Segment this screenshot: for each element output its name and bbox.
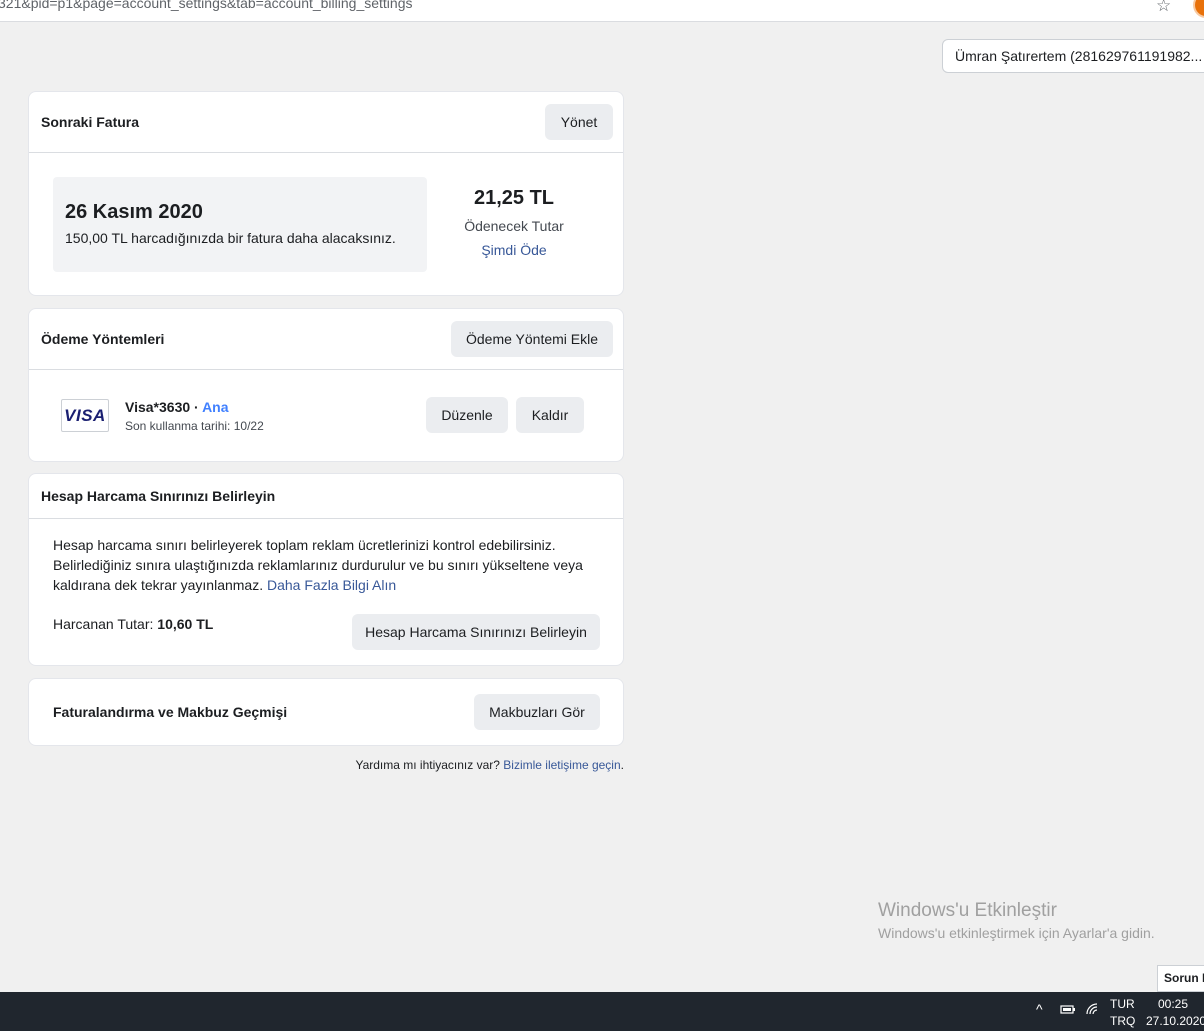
chevron-up-icon[interactable]: ^	[1036, 1001, 1043, 1017]
input-language[interactable]: TUR TRQ	[1110, 996, 1135, 1030]
star-icon[interactable]: ☆	[1156, 0, 1171, 16]
spent-label: Harcanan Tutar:	[53, 616, 158, 632]
battery-icon[interactable]	[1060, 1002, 1076, 1019]
browser-address-bar[interactable]: 321&pid=p1&page=account_settings&tab=acc…	[0, 0, 1204, 22]
pay-now-link[interactable]: Şimdi Öde	[451, 242, 577, 258]
spent-amount: Harcanan Tutar: 10,60 TL	[53, 616, 213, 632]
help-line: Yardıma mı ihtiyacınız var? Bizimle ilet…	[28, 758, 624, 772]
payment-methods-card: Ödeme Yöntemleri Ödeme Yöntemi Ekle VISA…	[28, 308, 624, 462]
billing-history-card: Faturalandırma ve Makbuz Geçmişi Makbuzl…	[28, 678, 624, 746]
due-amount: 21,25 TL	[473, 187, 555, 209]
invoice-date: 26 Kasım 2020	[65, 201, 203, 223]
invoice-note: 150,00 TL harcadığınızda bir fatura daha…	[65, 230, 396, 246]
url-text[interactable]: 321&pid=p1&page=account_settings&tab=acc…	[0, 0, 412, 11]
amount-due: 21,25 TL Ödenecek Tutar Şimdi Öde	[451, 187, 577, 258]
next-invoice-card: Sonraki Fatura Yönet 26 Kasım 2020 150,0…	[28, 91, 624, 296]
card-expiry: Son kullanma tarihi: 10/22	[125, 419, 264, 433]
activation-watermark-title: Windows'u Etkinleştir	[878, 900, 1057, 921]
due-label: Ödenecek Tutar	[464, 218, 564, 234]
spending-limit-card: Hesap Harcama Sınırınızı Belirleyin Hesa…	[28, 473, 624, 666]
set-spending-limit-button[interactable]: Hesap Harcama Sınırınızı Belirleyin	[352, 614, 600, 650]
card-name: Visa*3630 · Ana	[125, 399, 229, 415]
primary-badge: Ana	[202, 399, 229, 415]
taskbar: ^ TUR TRQ 00:25 27.10.2020	[0, 992, 1204, 1031]
payment-methods-title: Ödeme Yöntemleri	[41, 331, 165, 347]
help-text: Yardıma mı ihtiyacınız var?	[355, 758, 504, 772]
card-header: Ödeme Yöntemleri Ödeme Yöntemi Ekle	[29, 309, 623, 370]
system-clock[interactable]: 00:25 27.10.2020	[1146, 996, 1204, 1030]
contact-us-link[interactable]: Bizimle iletişime geçin	[503, 758, 620, 772]
clock-date: 27.10.2020	[1146, 1014, 1204, 1028]
keyboard-layout: TRQ	[1110, 1014, 1136, 1028]
card-number: Visa*3630 ·	[125, 399, 203, 415]
spent-value: 10,60 TL	[157, 616, 214, 632]
spending-limit-description: Hesap harcama sınırı belirleyerek toplam…	[53, 535, 593, 595]
next-invoice-title: Sonraki Fatura	[41, 114, 140, 130]
report-problem-button[interactable]: Sorun Bildir	[1157, 965, 1204, 992]
card-header: Sonraki Fatura Yönet	[29, 92, 623, 153]
add-payment-method-button[interactable]: Ödeme Yöntemi Ekle	[451, 321, 613, 357]
account-selector[interactable]: Ümran Şatırertem (281629761191982...	[942, 39, 1204, 73]
card-header: Hesap Harcama Sınırınızı Belirleyin	[29, 474, 623, 519]
wifi-icon[interactable]	[1085, 1002, 1099, 1019]
manage-button[interactable]: Yönet	[545, 104, 613, 140]
help-suffix: .	[620, 758, 624, 772]
visa-logo-icon: VISA	[61, 399, 109, 432]
language-code: TUR	[1110, 997, 1135, 1011]
view-receipts-button[interactable]: Makbuzları Gör	[474, 694, 600, 730]
remove-button[interactable]: Kaldır	[516, 397, 584, 433]
clock-time: 00:25	[1157, 997, 1189, 1011]
billing-history-title: Faturalandırma ve Makbuz Geçmişi	[53, 704, 288, 720]
invoice-summary: 26 Kasım 2020 150,00 TL harcadığınızda b…	[53, 177, 427, 272]
profile-avatar[interactable]	[1193, 0, 1204, 18]
edit-button[interactable]: Düzenle	[426, 397, 508, 433]
learn-more-link[interactable]: Daha Fazla Bilgi Alın	[267, 577, 396, 593]
spending-limit-title: Hesap Harcama Sınırınızı Belirleyin	[41, 488, 276, 504]
activation-watermark-subtitle: Windows'u etkinleştirmek için Ayarlar'a …	[878, 925, 1155, 941]
